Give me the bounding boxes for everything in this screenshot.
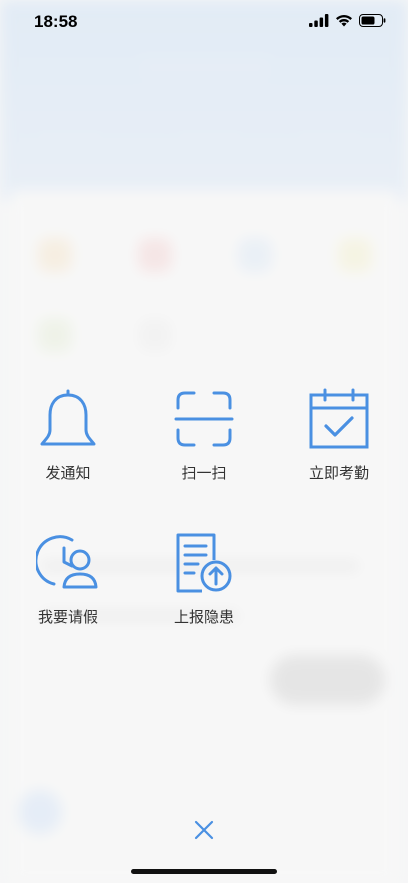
status-bar: 18:58	[0, 0, 408, 44]
menu-item-label: 上报隐患	[173, 608, 234, 626]
clock-person-icon	[36, 535, 98, 589]
battery-icon	[359, 14, 386, 27]
calendar-check-icon	[309, 388, 369, 449]
menu-item-label: 发通知	[45, 464, 91, 482]
menu-item-attendance[interactable]: 立即考勤	[284, 386, 394, 483]
close-icon	[194, 820, 214, 840]
close-button[interactable]	[189, 815, 219, 845]
bell-icon	[40, 389, 96, 446]
menu-item-report-hazard[interactable]: 上报隐患	[149, 530, 259, 627]
signal-icon	[309, 14, 329, 27]
menu-item-leave[interactable]: 我要请假	[13, 530, 123, 627]
menu-item-label: 扫一扫	[181, 464, 227, 482]
document-upload-icon	[176, 533, 232, 593]
menu-item-label: 立即考勤	[308, 464, 369, 482]
wifi-icon	[336, 14, 352, 27]
home-indicator[interactable]	[131, 869, 277, 874]
menu-item-label: 我要请假	[37, 608, 98, 626]
scan-icon	[174, 391, 234, 447]
status-icons	[309, 14, 386, 27]
menu-item-notify[interactable]: 发通知	[13, 386, 123, 483]
menu-item-scan[interactable]: 扫一扫	[149, 386, 259, 483]
status-time: 18:58	[34, 12, 78, 31]
